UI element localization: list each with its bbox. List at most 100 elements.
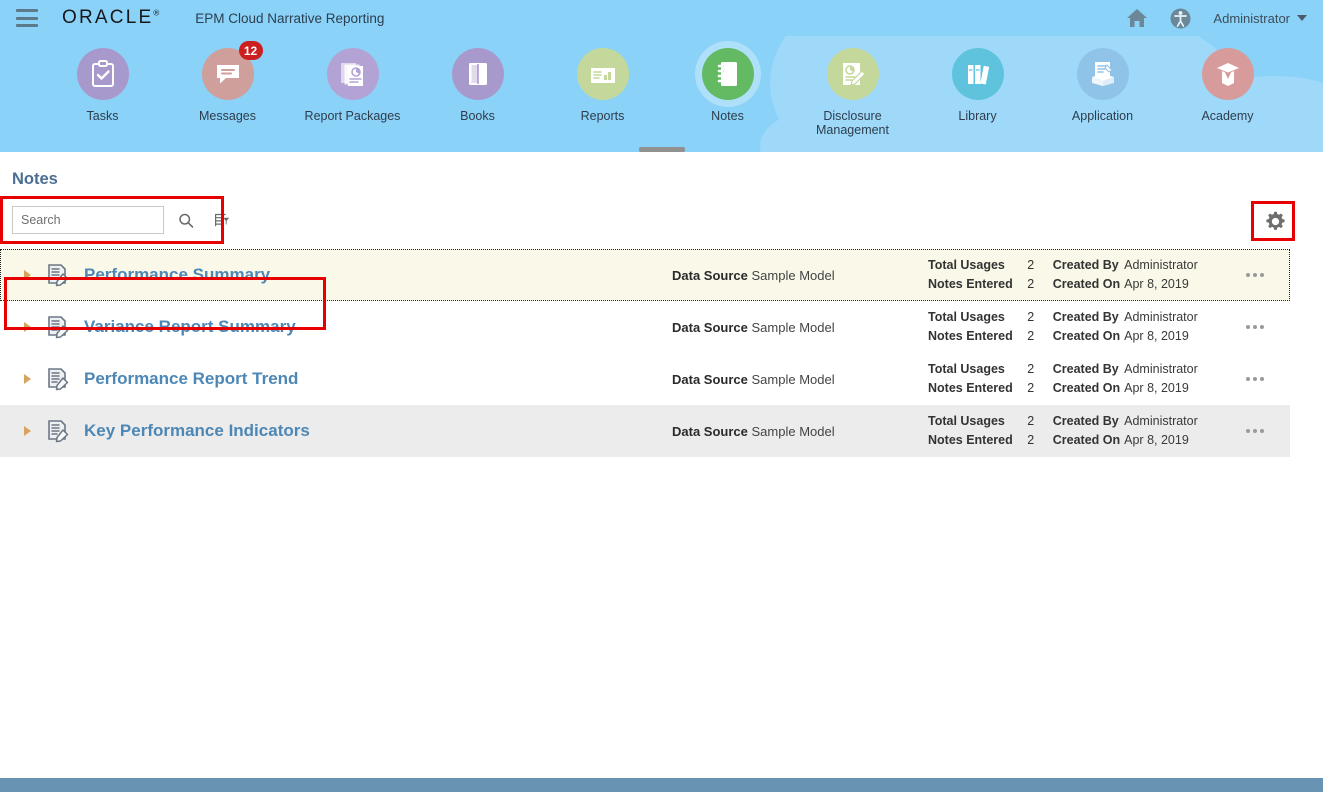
total-usages-value: 2 [1027,414,1035,428]
total-usages-label: Total Usages [928,258,1005,272]
notes-page: Notes Search Performance Summary Data So… [0,152,1323,778]
note-title[interactable]: Variance Report Summary [84,317,296,337]
nav-label: Library [958,109,997,123]
created-on-value: Apr 8, 2019 [1124,277,1189,291]
total-usages-label: Total Usages [928,362,1005,376]
nav-item-books[interactable]: Books [415,48,540,137]
notes-entered-value: 2 [1027,329,1035,343]
nav-bubble-application [1076,48,1129,100]
note-title[interactable]: Performance Summary [84,265,270,285]
oracle-logo[interactable]: ORACLE® [62,7,165,29]
nav-bubble-disclosure-management [826,48,879,100]
nav-bubble-tasks [76,48,129,100]
row-expand-arrow[interactable] [18,322,36,332]
nav-item-library[interactable]: Library [915,48,1040,137]
created-by-label: Created By [1052,362,1119,376]
accessibility-icon[interactable] [1170,8,1191,29]
notes-entered-label: Notes Entered [928,329,1013,343]
search-input[interactable] [12,206,164,234]
note-title[interactable]: Key Performance Indicators [84,421,310,441]
created-by-label: Created By [1052,414,1119,428]
nav-item-academy[interactable]: Academy [1165,48,1290,137]
created-by-value: Administrator [1124,362,1198,376]
row-actions-menu[interactable] [1246,273,1264,277]
report-chart-icon [590,64,615,83]
user-name: Administrator [1213,10,1290,26]
oracle-logo-text: ORACLE [62,7,154,28]
total-usages-label: Total Usages [928,414,1005,428]
application-box-icon [1091,62,1114,86]
created-on-value: Apr 8, 2019 [1124,433,1189,447]
notes-entered-value: 2 [1027,433,1035,447]
note-data-source: Data Source Sample Model [672,268,835,283]
nav-label: Messages [199,109,256,123]
table-row[interactable]: Performance Summary Data Source Sample M… [0,249,1290,301]
total-usages-value: 2 [1027,362,1035,376]
nav-bubble-report-packages [326,48,379,100]
notebook-icon [717,62,737,86]
total-usages-value: 2 [1027,310,1035,324]
messages-badge: 12 [238,41,263,60]
hamburger-bar [16,24,38,27]
row-actions-menu[interactable] [1246,377,1264,381]
created-by-value: Administrator [1124,258,1198,272]
total-usages-value: 2 [1027,258,1035,272]
search-group [12,206,236,234]
note-data-source: Data Source Sample Model [672,372,835,387]
note-document-icon [46,263,70,287]
table-row[interactable]: Variance Report Summary Data Source Samp… [0,301,1290,353]
nav-bubble-notes [701,48,754,100]
created-on-label: Created On [1052,329,1121,343]
data-source-label: Data Source [672,423,748,439]
created-by-value: Administrator [1124,310,1198,324]
data-source-label: Data Source [672,371,748,387]
nav-bubble-reports [576,48,629,100]
settings-gear-button[interactable] [1260,206,1290,236]
note-stats: Total Usages Notes Entered 2 2 Created B… [928,256,1198,294]
springboard-collapse-handle[interactable] [638,147,685,152]
note-data-source: Data Source Sample Model [672,320,835,335]
nav-item-reports[interactable]: Reports [540,48,665,137]
note-document-icon [46,419,70,443]
hamburger-menu-icon[interactable] [16,9,38,27]
notes-entered-label: Notes Entered [928,381,1013,395]
nav-item-disclosure-management[interactable]: Disclosure Management [790,48,915,137]
created-on-value: Apr 8, 2019 [1124,329,1189,343]
filter-list-icon[interactable] [208,206,236,234]
data-source-value: Sample Model [751,319,835,335]
user-menu[interactable]: Administrator [1213,11,1309,26]
header-actions: Administrator [1126,8,1309,29]
nav-label: Books [460,109,495,123]
notes-entered-value: 2 [1027,277,1035,291]
row-actions-menu[interactable] [1246,429,1264,433]
nav-bubble-messages: 12 [201,41,263,100]
data-source-value: Sample Model [751,371,835,387]
footer-bar [0,778,1323,792]
nav-item-notes[interactable]: Notes [665,48,790,137]
note-title[interactable]: Performance Report Trend [84,369,298,389]
data-source-label: Data Source [672,267,748,283]
nav-item-messages[interactable]: 12 Messages [165,41,290,137]
nav-label: Disclosure Management [816,109,889,137]
row-expand-arrow[interactable] [18,374,36,384]
global-header: ORACLE® EPM Cloud Narrative Reporting Ad… [0,0,1323,36]
data-source-value: Sample Model [751,423,835,439]
note-stats: Total Usages Notes Entered 2 2 Created B… [928,360,1198,398]
nav-bubble-library [951,48,1004,100]
row-actions-menu[interactable] [1246,325,1264,329]
note-stats: Total Usages Notes Entered 2 2 Created B… [928,308,1198,346]
nav-item-report-packages[interactable]: Report Packages [290,48,415,137]
created-by-label: Created By [1052,310,1119,324]
gear-icon [1265,211,1285,230]
row-expand-arrow[interactable] [18,270,36,280]
note-document-icon [46,315,70,339]
nav-item-application[interactable]: Application [1040,48,1165,137]
table-row[interactable]: Key Performance Indicators Data Source S… [0,405,1290,457]
nav-item-tasks[interactable]: Tasks [40,48,165,137]
notes-list: Performance Summary Data Source Sample M… [0,249,1323,457]
search-icon[interactable] [172,206,200,234]
note-stats: Total Usages Notes Entered 2 2 Created B… [928,412,1198,450]
row-expand-arrow[interactable] [18,426,36,436]
home-icon[interactable] [1126,8,1148,28]
table-row[interactable]: Performance Report Trend Data Source Sam… [0,353,1290,405]
